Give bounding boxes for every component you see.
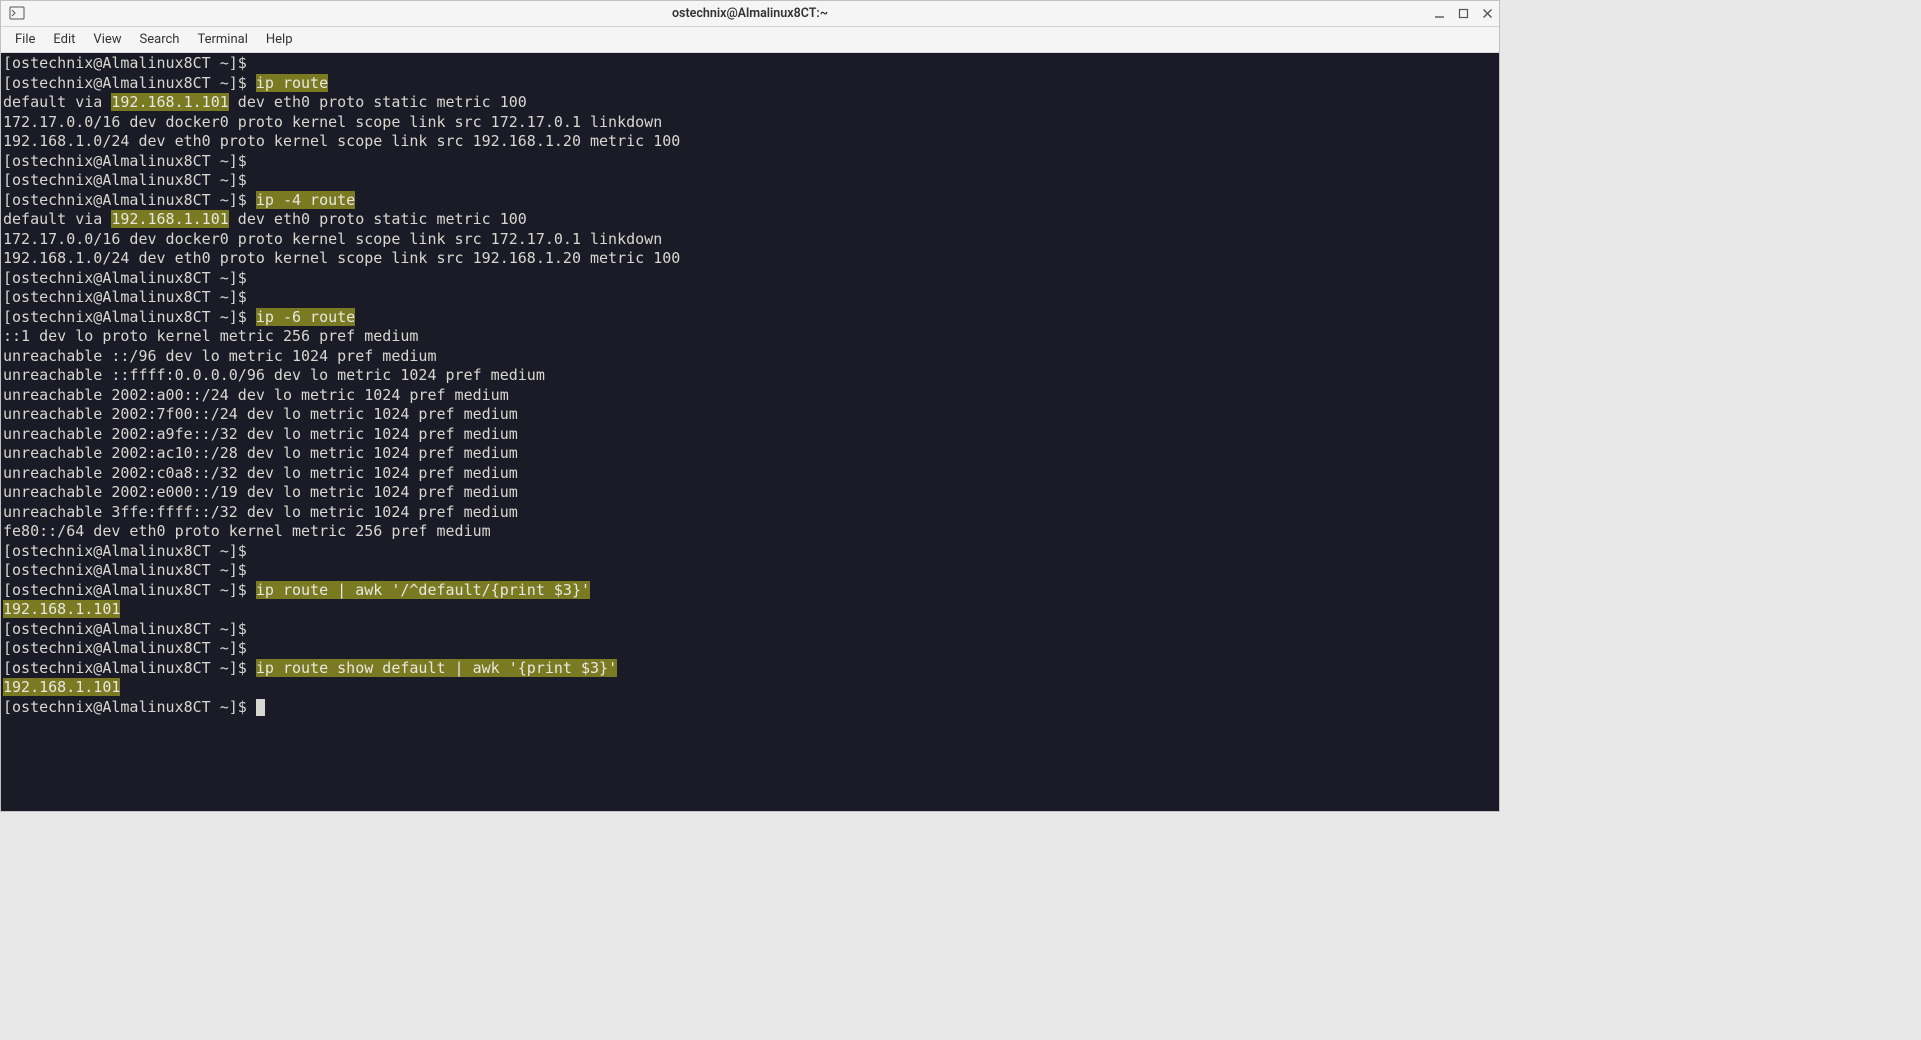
terminal-line: [ostechnix@Almalinux8CT ~]$: [3, 639, 1497, 659]
terminal-line: [ostechnix@Almalinux8CT ~]$: [3, 54, 1497, 74]
terminal-line: unreachable ::/96 dev lo metric 1024 pre…: [3, 347, 1497, 367]
terminal-line: [ostechnix@Almalinux8CT ~]$: [3, 288, 1497, 308]
cursor: [256, 699, 265, 716]
window-title: ostechnix@Almalinux8CT:~: [672, 6, 828, 21]
terminal-line: unreachable 2002:e000::/19 dev lo metric…: [3, 483, 1497, 503]
minimize-button[interactable]: [1433, 8, 1445, 20]
terminal-line: 192.168.1.101: [3, 600, 1497, 620]
terminal-line: [ostechnix@Almalinux8CT ~]$: [3, 269, 1497, 289]
close-button[interactable]: [1481, 8, 1493, 20]
app-icon: [9, 5, 25, 21]
terminal-line: [ostechnix@Almalinux8CT ~]$: [3, 561, 1497, 581]
terminal-line: unreachable 2002:a00::/24 dev lo metric …: [3, 386, 1497, 406]
terminal-line: [ostechnix@Almalinux8CT ~]$ ip -4 route: [3, 191, 1497, 211]
terminal-line: ::1 dev lo proto kernel metric 256 pref …: [3, 327, 1497, 347]
terminal-line: unreachable 2002:ac10::/28 dev lo metric…: [3, 444, 1497, 464]
menu-edit[interactable]: Edit: [45, 29, 83, 50]
terminal-line: [ostechnix@Almalinux8CT ~]$: [3, 620, 1497, 640]
terminal-line: [ostechnix@Almalinux8CT ~]$ ip route sho…: [3, 659, 1497, 679]
terminal-line: [ostechnix@Almalinux8CT ~]$ ip -6 route: [3, 308, 1497, 328]
menu-search[interactable]: Search: [132, 29, 188, 50]
terminal-line: fe80::/64 dev eth0 proto kernel metric 2…: [3, 522, 1497, 542]
terminal-line: unreachable 2002:7f00::/24 dev lo metric…: [3, 405, 1497, 425]
menu-terminal[interactable]: Terminal: [189, 29, 255, 50]
terminal-line: [ostechnix@Almalinux8CT ~]$ ip route: [3, 74, 1497, 94]
terminal-line: 192.168.1.0/24 dev eth0 proto kernel sco…: [3, 132, 1497, 152]
window-controls: [1433, 1, 1493, 26]
terminal-line: [ostechnix@Almalinux8CT ~]$: [3, 152, 1497, 172]
terminal-line: [ostechnix@Almalinux8CT ~]$: [3, 171, 1497, 191]
titlebar[interactable]: ostechnix@Almalinux8CT:~: [1, 1, 1499, 27]
terminal-line: unreachable 2002:c0a8::/32 dev lo metric…: [3, 464, 1497, 484]
maximize-button[interactable]: [1457, 8, 1469, 20]
terminal-line: [ostechnix@Almalinux8CT ~]$: [3, 698, 1497, 718]
menu-file[interactable]: File: [7, 29, 43, 50]
terminal-line: unreachable ::ffff:0.0.0.0/96 dev lo met…: [3, 366, 1497, 386]
menu-help[interactable]: Help: [258, 29, 301, 50]
terminal-line: 192.168.1.0/24 dev eth0 proto kernel sco…: [3, 249, 1497, 269]
terminal-line: [ostechnix@Almalinux8CT ~]$ ip route | a…: [3, 581, 1497, 601]
terminal-line: unreachable 3ffe:ffff::/32 dev lo metric…: [3, 503, 1497, 523]
terminal-line: 172.17.0.0/16 dev docker0 proto kernel s…: [3, 113, 1497, 133]
terminal-line: 172.17.0.0/16 dev docker0 proto kernel s…: [3, 230, 1497, 250]
terminal-line: [ostechnix@Almalinux8CT ~]$: [3, 542, 1497, 562]
terminal-line: 192.168.1.101: [3, 678, 1497, 698]
terminal-line: default via 192.168.1.101 dev eth0 proto…: [3, 210, 1497, 230]
terminal-line: default via 192.168.1.101 dev eth0 proto…: [3, 93, 1497, 113]
terminal-window: ostechnix@Almalinux8CT:~ File Edit View …: [0, 0, 1500, 812]
terminal-output[interactable]: [ostechnix@Almalinux8CT ~]$ [ostechnix@A…: [1, 53, 1499, 811]
menu-view[interactable]: View: [85, 29, 129, 50]
menubar: File Edit View Search Terminal Help: [1, 27, 1499, 53]
terminal-line: unreachable 2002:a9fe::/32 dev lo metric…: [3, 425, 1497, 445]
